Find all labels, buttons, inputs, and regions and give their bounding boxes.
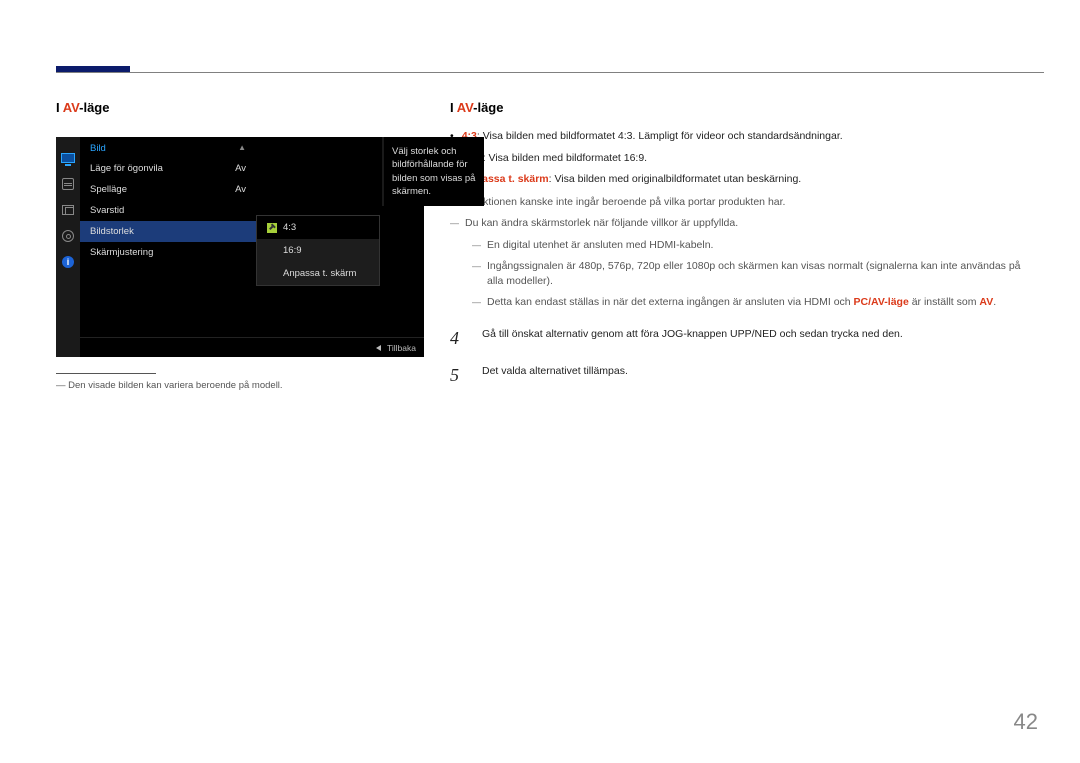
menu-item-label: Bildstorlek xyxy=(90,226,134,237)
title-prefix: I xyxy=(56,100,63,115)
osd-main: Bild ▲ Läge för ögonvila Av Spelläge Av Sv… xyxy=(80,137,256,337)
dash-text: Ingångssignalen är 480p, 576p, 720p elle… xyxy=(487,259,1030,289)
dash-post: är inställt som xyxy=(909,296,980,308)
dash-tail: AV xyxy=(979,296,993,308)
section-title-left: I AV-läge xyxy=(56,100,424,115)
submenu-item-label: Anpassa t. skärm xyxy=(283,268,356,279)
dash-tailpost: . xyxy=(993,296,996,308)
step-number: 4 xyxy=(450,328,468,349)
osd-footer: Tillbaka xyxy=(80,337,424,357)
dash-text: Funktionen kanske inte ingår beroende på… xyxy=(465,195,785,210)
menu-item-value: Av xyxy=(235,163,246,174)
bullet-rest: : Visa bilden med bildformatet 4:3. Lämp… xyxy=(477,130,843,142)
osd-help: Välj storlek och bildförhållande för bil… xyxy=(382,137,484,206)
menu-item-label: Skärmjustering xyxy=(90,247,153,258)
osd-category: Bild ▲ xyxy=(80,137,256,158)
title-suffix: -läge xyxy=(473,100,503,115)
osd-sidebar: i xyxy=(56,137,80,357)
back-label: Tillbaka xyxy=(387,343,416,353)
dash-subnote: Detta kan endast ställas in när det exte… xyxy=(472,295,1030,310)
bullet-item: Anpassa t. skärm: Visa bilden med origin… xyxy=(450,172,1030,187)
menu-item: Läge för ögonvila Av xyxy=(80,158,256,179)
bullet-item: 16:9: Visa bilden med bildformatet 16:9. xyxy=(450,151,1030,166)
title-suffix: -läge xyxy=(79,100,109,115)
dash-note: Funktionen kanske inte ingår beroende på… xyxy=(450,195,1030,210)
step-text: Det valda alternativet tillämpas. xyxy=(482,365,628,377)
osd-submenu: 4:3 16:9 Anpassa t. skärm xyxy=(256,215,380,286)
menu-item-label: Läge för ögonvila xyxy=(90,163,163,174)
check-icon xyxy=(267,223,277,233)
info-icon: i xyxy=(60,255,76,269)
title-prefix: I xyxy=(450,100,457,115)
dash-subnote: Ingångssignalen är 480p, 576p, 720p elle… xyxy=(472,259,1030,289)
pip-icon xyxy=(60,203,76,217)
submenu-item-label: 16:9 xyxy=(283,245,302,256)
title-accent: AV xyxy=(63,100,79,115)
menu-item-label: Spelläge xyxy=(90,184,127,195)
step-number: 5 xyxy=(450,365,468,386)
submenu-item-label: 4:3 xyxy=(283,222,296,233)
submenu-item: 16:9 xyxy=(257,239,379,262)
bullet-rest: : Visa bilden med bildformatet 16:9. xyxy=(483,152,647,164)
menu-item-value: Av xyxy=(235,184,246,195)
note-separator xyxy=(56,373,156,374)
figure-note-text: Den visade bilden kan variera beroende p… xyxy=(68,380,282,391)
dash-pre: Detta kan endast ställas in när det exte… xyxy=(487,296,854,308)
menu-item-selected: Bildstorlek xyxy=(80,221,256,242)
up-arrow-icon: ▲ xyxy=(238,143,246,154)
bullet-list: 4:3: Visa bilden med bildformatet 4:3. L… xyxy=(450,129,1030,187)
page-number: 42 xyxy=(1014,709,1038,735)
menu-item-label: Svarstid xyxy=(90,205,124,216)
figure-note: ― Den visade bilden kan variera beroende… xyxy=(56,380,424,391)
steps-list: 4 Gå till önskat alternativ genom att fö… xyxy=(450,328,1030,386)
dash-text: Du kan ändra skärmstorlek när följande v… xyxy=(465,216,738,231)
osd-category-title: Bild xyxy=(90,143,106,154)
bullet-rest: : Visa bilden med originalbildformatet u… xyxy=(549,173,802,185)
osd-help-text: Välj storlek och bildförhållande för bil… xyxy=(392,146,475,197)
submenu-item: Anpassa t. skärm xyxy=(257,262,379,285)
header-divider xyxy=(56,72,1044,73)
step-text: Gå till önskat alternativ genom att föra… xyxy=(482,328,903,340)
menu-item: Skärmjustering xyxy=(80,242,256,263)
gear-icon xyxy=(60,229,76,243)
step-item: 5 Det valda alternativet tillämpas. xyxy=(450,365,1030,386)
menu-item: Svarstid xyxy=(80,200,256,221)
section-title-right: I AV-läge xyxy=(450,100,1030,115)
dash-mid: PC/AV-läge xyxy=(854,296,909,308)
step-item: 4 Gå till önskat alternativ genom att fö… xyxy=(450,328,1030,349)
dash-subnote: En digital utenhet är ansluten med HDMI-… xyxy=(472,238,1030,253)
title-accent: AV xyxy=(457,100,473,115)
frame-icon xyxy=(60,177,76,191)
monitor-icon xyxy=(60,151,76,165)
menu-item: Spelläge Av xyxy=(80,179,256,200)
osd-screenshot: i Bild ▲ Läge för ögonvila Av Spelläge Av … xyxy=(56,137,424,357)
bullet-item: 4:3: Visa bilden med bildformatet 4:3. L… xyxy=(450,129,1030,144)
dash-text: En digital utenhet är ansluten med HDMI-… xyxy=(487,238,713,253)
dash-note: Du kan ändra skärmstorlek när följande v… xyxy=(450,216,1030,231)
submenu-item-selected: 4:3 xyxy=(257,216,379,239)
back-arrow-icon xyxy=(376,345,381,351)
